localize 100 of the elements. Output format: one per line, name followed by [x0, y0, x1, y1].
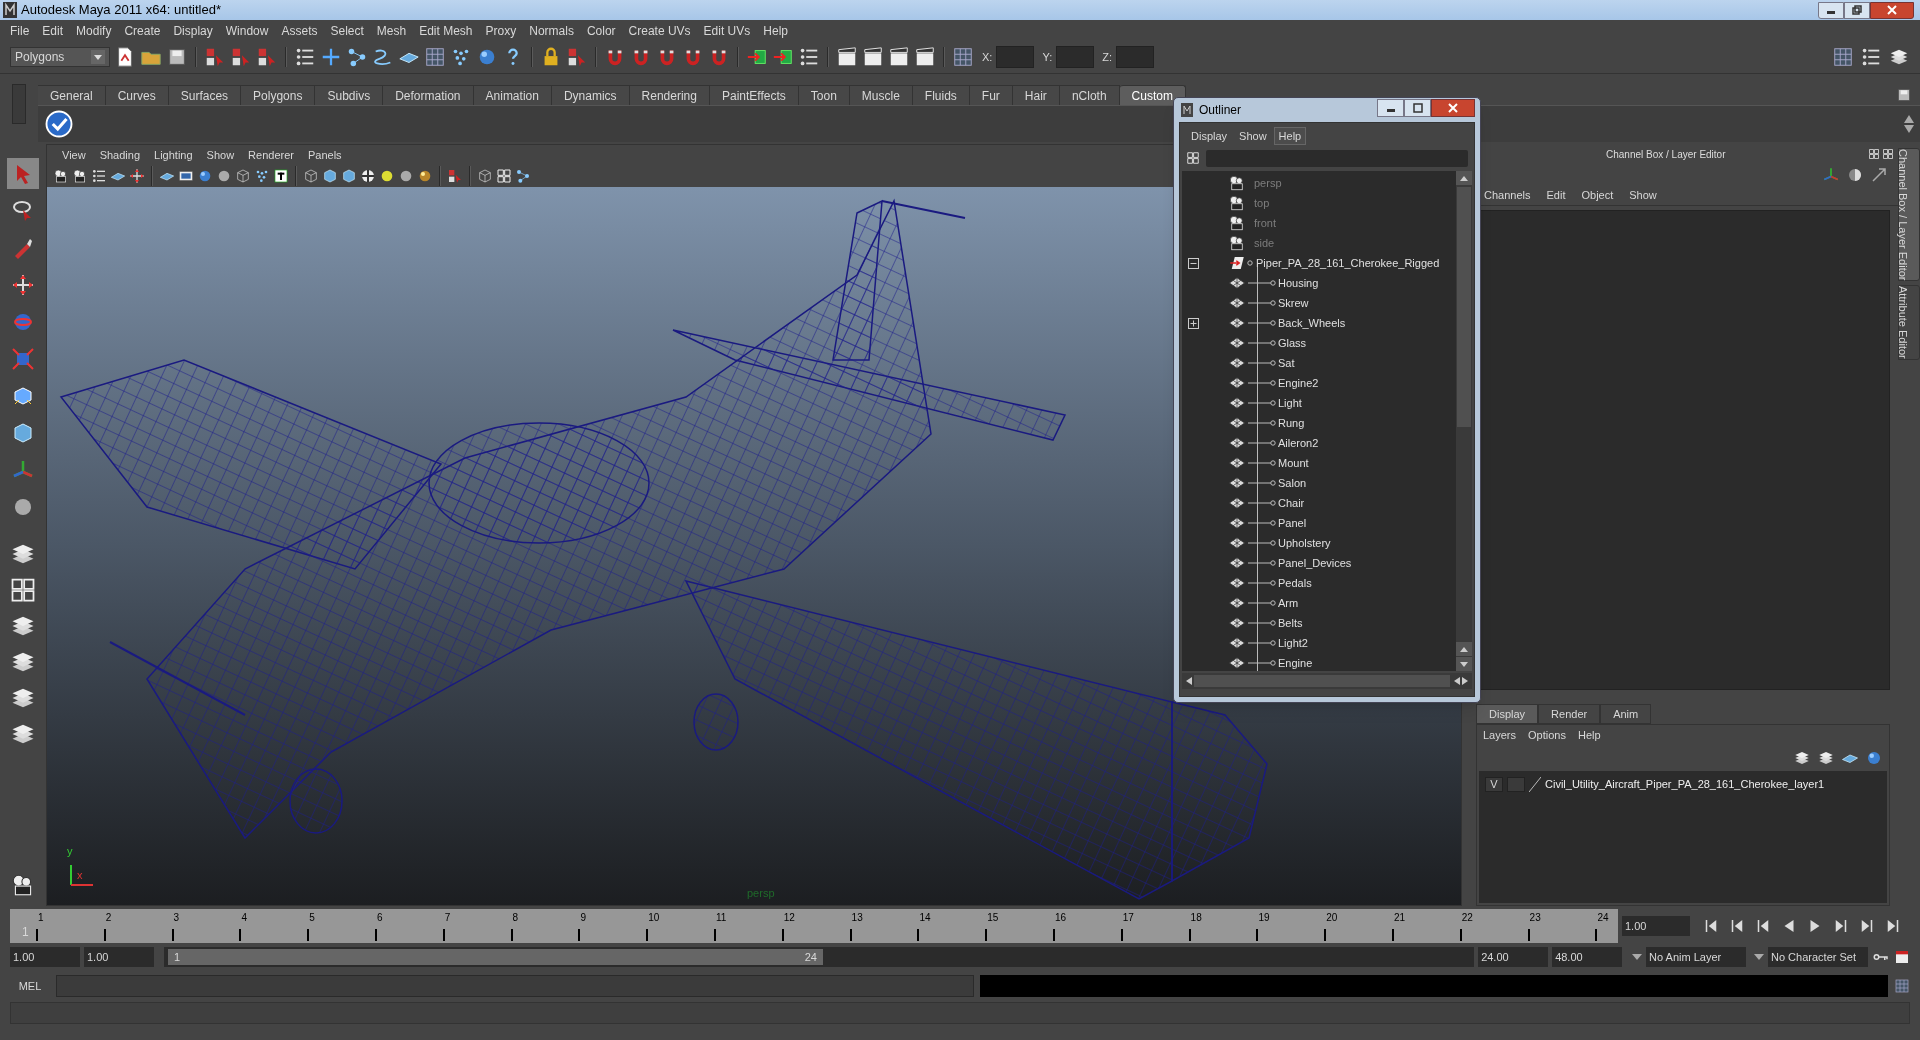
start-time-field[interactable]: 1.00: [10, 947, 80, 967]
outliner-item[interactable]: Light2: [1278, 634, 1308, 652]
outliner-item[interactable]: Rung: [1278, 414, 1305, 432]
outliner-item[interactable]: Sat: [1278, 354, 1295, 372]
outliner-item[interactable]: Skrew: [1278, 294, 1309, 312]
move-layer-up-icon[interactable]: [1793, 749, 1811, 767]
outliner-item[interactable]: Panel_Devices: [1278, 554, 1352, 572]
shadows-icon[interactable]: [398, 168, 414, 184]
layer-menu-item[interactable]: Layers: [1477, 726, 1523, 744]
close-button[interactable]: [1431, 99, 1475, 117]
outliner-item[interactable]: Light: [1278, 394, 1302, 412]
scroll-left-icon[interactable]: [1452, 677, 1460, 685]
shelf-tab[interactable]: Subdivs: [315, 85, 384, 105]
camera-node-icon[interactable]: [1228, 234, 1246, 252]
outliner-menu-item[interactable]: Help: [1273, 126, 1307, 146]
script-editor-icon[interactable]: [1894, 978, 1910, 994]
shelf-tab[interactable]: nCloth: [1059, 85, 1120, 105]
trash-icon[interactable]: [1896, 86, 1912, 103]
mesh-node-icon[interactable]: [1228, 654, 1246, 672]
attribute-editor-toggle-icon[interactable]: [1832, 46, 1854, 68]
high-quality-icon[interactable]: [417, 168, 433, 184]
safe-title-icon[interactable]: [273, 168, 289, 184]
coordinate-field[interactable]: [1116, 46, 1154, 68]
mesh-node-icon[interactable]: [1228, 294, 1246, 312]
minimize-button[interactable]: [1818, 1, 1844, 19]
layer-tab[interactable]: Anim: [1600, 704, 1652, 724]
transform-field-icon[interactable]: [952, 46, 974, 68]
outliner-item[interactable]: Engine2: [1278, 374, 1319, 392]
shelf-tab[interactable]: Fur: [969, 85, 1013, 105]
maximize-button[interactable]: [1844, 1, 1870, 19]
camera-node-icon[interactable]: [1228, 214, 1246, 232]
side-tab[interactable]: Attribute Editor: [1898, 285, 1920, 361]
xray-icon[interactable]: [477, 168, 493, 184]
command-input-field[interactable]: [56, 975, 974, 997]
layer-tab[interactable]: Display: [1476, 704, 1539, 724]
mesh-node-icon[interactable]: [1228, 454, 1246, 472]
menu-item[interactable]: Modify: [70, 21, 118, 40]
maximize-button[interactable]: [1404, 99, 1431, 117]
outliner-item[interactable]: front: [1254, 214, 1276, 232]
deform-mask-icon[interactable]: [424, 46, 446, 68]
outliner-menu-item[interactable]: Display: [1186, 126, 1233, 146]
mesh-node-icon[interactable]: [1228, 434, 1246, 452]
highlight-select-icon[interactable]: [566, 46, 588, 68]
coordinate-field[interactable]: [996, 46, 1035, 68]
new-layer-selected-icon[interactable]: [1865, 749, 1883, 767]
layer-menu-item[interactable]: Options: [1522, 726, 1572, 744]
viewport-menu-item[interactable]: View: [55, 146, 93, 164]
outliner-item[interactable]: Aileron2: [1278, 434, 1319, 452]
menu-item[interactable]: Edit Mesh: [413, 21, 479, 40]
mesh-node-icon[interactable]: [1228, 354, 1246, 372]
mesh-node-icon[interactable]: [1228, 394, 1246, 412]
mode-dropdown[interactable]: Polygons: [10, 47, 110, 67]
select-hierarchy-icon[interactable]: [204, 46, 226, 68]
ipr-render-icon[interactable]: [862, 46, 884, 68]
outliner-item[interactable]: Salon: [1278, 474, 1307, 492]
mesh-node-icon[interactable]: [1228, 594, 1246, 612]
outliner-item[interactable]: Glass: [1278, 334, 1307, 352]
textured-icon[interactable]: [360, 168, 376, 184]
handle-mask-icon[interactable]: [320, 46, 342, 68]
camera-attributes-icon[interactable]: [72, 168, 88, 184]
transform-node-icon[interactable]: [1228, 254, 1246, 272]
mesh-node-icon[interactable]: [1228, 474, 1246, 492]
mesh-node-icon[interactable]: [1228, 634, 1246, 652]
wireframe-shading-icon[interactable]: [303, 168, 319, 184]
shelf-tab[interactable]: Surfaces: [168, 85, 242, 105]
menu-item[interactable]: Assets: [275, 21, 324, 40]
search-field[interactable]: [1206, 149, 1468, 167]
menu-item[interactable]: Edit: [36, 21, 70, 40]
outliner-item[interactable]: Upholstery: [1278, 534, 1331, 552]
menu-item[interactable]: Help: [757, 21, 794, 40]
outliner-item[interactable]: Panel: [1278, 514, 1307, 532]
viewport-menu-item[interactable]: Lighting: [147, 146, 200, 164]
shelf-tab[interactable]: Deformation: [383, 85, 474, 105]
playback-start-field[interactable]: 1.00: [84, 947, 154, 967]
smooth-shading-icon[interactable]: [322, 168, 338, 184]
vertical-scrollbar[interactable]: [1456, 171, 1472, 671]
shelf-tab[interactable]: Muscle: [849, 85, 913, 105]
menu-item[interactable]: File: [4, 21, 36, 40]
move-layer-down-icon[interactable]: [1817, 749, 1835, 767]
character-set-dropdown[interactable]: No Character Set: [1768, 947, 1868, 967]
shelf-tab[interactable]: Animation: [473, 85, 552, 105]
channel-menu-item[interactable]: Edit: [1538, 187, 1574, 204]
use-all-lights-icon[interactable]: [379, 168, 395, 184]
layer-visibility-toggle[interactable]: V: [1485, 776, 1503, 792]
menu-item[interactable]: Create UVs: [622, 21, 697, 40]
outliner-item[interactable]: Back_Wheels: [1278, 314, 1346, 332]
share-icon[interactable]: [515, 168, 531, 184]
history-icon[interactable]: [798, 46, 820, 68]
range-slider-track[interactable]: 1 24: [164, 947, 1475, 967]
four-pane-layout-icon[interactable]: [9, 576, 37, 604]
shelf-tab[interactable]: Polygons: [241, 85, 316, 105]
layer-type-toggle[interactable]: [1507, 776, 1525, 792]
mesh-node-icon[interactable]: [1228, 574, 1246, 592]
resolution-gate-icon[interactable]: [197, 168, 213, 184]
viewport-menu-item[interactable]: Show: [199, 146, 242, 164]
save-icon[interactable]: [166, 46, 188, 68]
shelf-tab[interactable]: Rendering: [629, 85, 710, 105]
mesh-node-icon[interactable]: [1228, 614, 1246, 632]
shelf-tab[interactable]: Toon: [798, 85, 850, 105]
scroll-down-icon[interactable]: [1460, 661, 1468, 667]
